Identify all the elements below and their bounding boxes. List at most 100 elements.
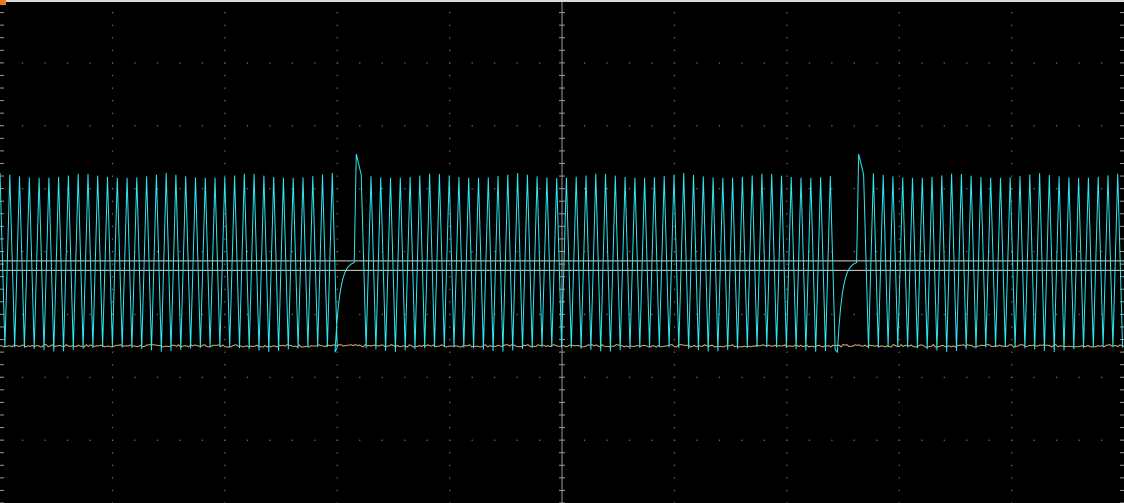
grid-dot — [156, 251, 159, 253]
grid-dot — [898, 188, 900, 190]
grid-dot — [696, 376, 698, 378]
grid-dot — [898, 389, 900, 391]
grid-dot — [853, 251, 855, 253]
grid-dot — [336, 49, 338, 51]
grid-dot — [539, 439, 541, 441]
grid-dot — [449, 87, 451, 89]
grid-dot — [66, 439, 69, 441]
grid-dot — [673, 37, 676, 39]
grid-dot — [741, 313, 743, 316]
grid-dot — [673, 477, 676, 479]
grid-dot — [111, 263, 114, 265]
grid-dot — [269, 251, 271, 253]
grid-dot — [1011, 351, 1013, 353]
grid-dot — [111, 137, 114, 140]
grid-dot — [786, 137, 788, 140]
grid-dot — [134, 439, 136, 441]
grid-dot — [246, 439, 248, 441]
grid-dot — [1011, 389, 1013, 391]
grid-dot — [471, 125, 473, 127]
grid-dot — [898, 87, 900, 89]
grid-dot — [606, 125, 608, 127]
grid-dot — [1056, 62, 1058, 64]
grid-dot — [179, 376, 181, 378]
grid-dot — [404, 125, 406, 127]
grid-dot — [111, 37, 114, 39]
grid-dot — [808, 188, 810, 190]
grid-dot — [111, 100, 114, 102]
grid-dot — [336, 225, 338, 228]
grid-dot — [673, 251, 676, 253]
grid-dot — [224, 100, 226, 102]
grid-dot — [651, 376, 653, 378]
grid-dot — [921, 376, 923, 378]
grid-dot — [898, 200, 900, 202]
grid-dot — [1011, 24, 1013, 26]
grid-dot — [111, 188, 114, 190]
grid-dot — [336, 137, 338, 140]
grid-dot — [1078, 62, 1080, 64]
grid-dot — [449, 37, 451, 39]
grid-dot — [898, 364, 900, 366]
grid-dot — [921, 313, 923, 316]
grid-dot — [381, 125, 383, 127]
grid-dot — [1011, 477, 1013, 479]
grid-dot — [898, 427, 900, 429]
grid-dot — [179, 251, 181, 253]
grid-dot — [808, 125, 810, 127]
grid-dot — [224, 175, 226, 177]
grid-dot — [763, 125, 766, 127]
grid-dot — [156, 125, 159, 127]
channel-marker[interactable] — [0, 0, 6, 5]
grid-dot — [786, 213, 788, 215]
grid-dot — [1011, 175, 1013, 177]
grid-dot — [111, 452, 114, 454]
grid-dot — [673, 389, 676, 391]
grid-dot — [224, 401, 226, 404]
grid-dot — [516, 313, 518, 316]
grid-dot — [224, 87, 226, 89]
grid-dot — [224, 112, 226, 114]
grid-dot — [111, 364, 114, 366]
grid-dot — [336, 288, 338, 290]
grid-dot — [66, 125, 69, 127]
grid-dot — [1033, 62, 1035, 64]
grid-dot — [1011, 326, 1013, 328]
grid-dot — [449, 401, 451, 404]
grid-dot — [359, 439, 361, 441]
grid-dot — [449, 489, 451, 492]
grid-dot — [673, 125, 676, 127]
grid-dot — [111, 74, 114, 77]
grid-dot — [224, 225, 226, 228]
grid-dot — [898, 464, 900, 466]
grid-dot — [449, 427, 451, 429]
grid-dot — [224, 489, 226, 492]
grid-dot — [269, 62, 271, 64]
grid-dot — [336, 74, 338, 77]
grid-dot — [336, 389, 338, 391]
grid-dot — [1101, 376, 1103, 378]
grid-dot — [539, 62, 541, 64]
grid-dot — [898, 74, 900, 77]
grid-dot — [44, 376, 46, 378]
grid-dot — [336, 12, 338, 14]
grid-dot — [628, 125, 631, 127]
grid-dot — [314, 313, 316, 316]
grid-dot — [673, 263, 676, 265]
grid-dot — [583, 188, 586, 190]
grid-dot — [1011, 288, 1013, 290]
grid-dot — [628, 188, 631, 190]
grid-dot — [494, 376, 496, 378]
grid-dot — [359, 313, 361, 316]
grid-dot — [404, 439, 406, 441]
grid-dot — [111, 62, 114, 64]
grid-dot — [898, 351, 900, 353]
grid-dot — [224, 477, 226, 479]
grid-dot — [449, 339, 451, 341]
grid-dot — [224, 125, 226, 127]
grid-dot — [898, 225, 900, 228]
grid-dot — [943, 313, 945, 316]
grid-dot — [314, 439, 316, 441]
grid-dot — [381, 313, 383, 316]
grid-dot — [673, 238, 676, 240]
